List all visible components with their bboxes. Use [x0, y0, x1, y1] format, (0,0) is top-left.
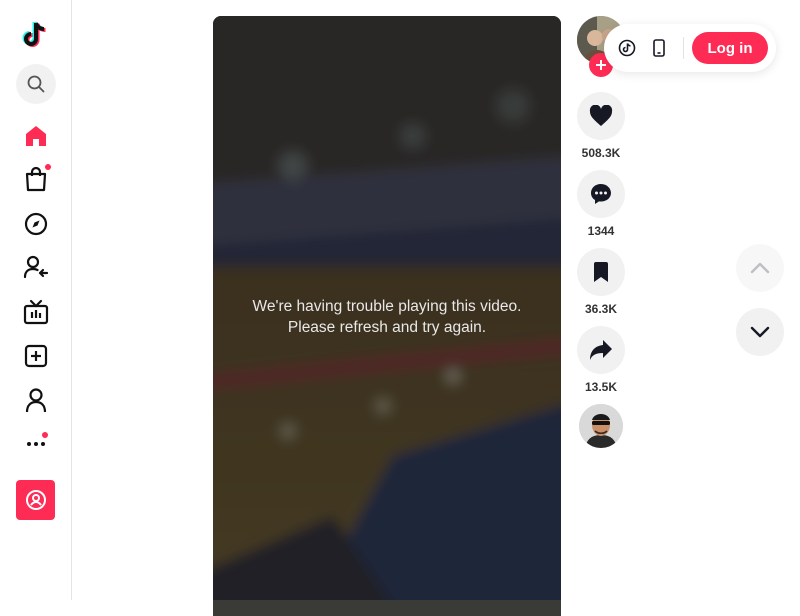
video-player[interactable]: We're having trouble playing this video.… — [213, 16, 561, 616]
comment-button[interactable] — [577, 170, 625, 218]
get-coins-button[interactable] — [615, 36, 639, 60]
shopping-bag-icon — [25, 166, 47, 192]
plus-icon — [596, 60, 606, 70]
nav-following[interactable] — [22, 253, 50, 281]
login-button[interactable]: Log in — [692, 32, 768, 64]
tiktok-logo-icon[interactable] — [22, 20, 50, 50]
divider — [683, 37, 684, 59]
nav-live[interactable] — [22, 298, 50, 326]
nav-upload[interactable] — [22, 342, 50, 370]
search-icon — [27, 75, 45, 93]
user-follow-icon — [23, 255, 49, 279]
comment-bubble-icon — [591, 184, 611, 204]
home-icon — [26, 126, 46, 146]
chevron-up-icon — [750, 262, 770, 274]
bookmark-icon — [594, 262, 608, 282]
nav-shop[interactable] — [22, 164, 51, 193]
comment-count: 1344 — [587, 224, 615, 238]
share-arrow-icon — [590, 340, 612, 360]
profile-login-button[interactable] — [16, 480, 55, 520]
share-count: 13.5K — [584, 380, 618, 394]
share-button[interactable] — [577, 326, 625, 374]
nav-more[interactable] — [22, 428, 50, 456]
tiktok-coin-icon — [618, 39, 636, 57]
notification-dot — [45, 164, 51, 170]
nav-home[interactable] — [22, 122, 50, 150]
person-icon — [25, 388, 47, 413]
save-count: 36.3K — [584, 302, 618, 316]
like-button[interactable] — [577, 92, 625, 140]
nav-explore[interactable] — [22, 210, 50, 238]
mobile-device-icon — [653, 39, 665, 57]
next-video-button[interactable] — [736, 308, 784, 356]
compass-icon — [24, 212, 48, 236]
chevron-down-icon — [750, 326, 770, 338]
sidebar — [0, 0, 72, 600]
user-circle-icon — [25, 490, 46, 510]
like-count: 508.3K — [581, 146, 621, 160]
search-button[interactable] — [16, 64, 56, 104]
notification-dot — [42, 432, 48, 438]
get-app-button[interactable] — [647, 36, 671, 60]
save-button[interactable] — [577, 248, 625, 296]
nav-profile[interactable] — [22, 386, 50, 414]
video-error-message: We're having trouble playing this video.… — [252, 298, 522, 336]
heart-icon — [589, 105, 613, 126]
plus-square-icon — [24, 344, 48, 368]
live-tv-icon — [23, 299, 49, 325]
header-actions: Log in — [604, 24, 776, 72]
music-disc-avatar[interactable] — [579, 404, 623, 448]
previous-video-button[interactable] — [736, 244, 784, 292]
